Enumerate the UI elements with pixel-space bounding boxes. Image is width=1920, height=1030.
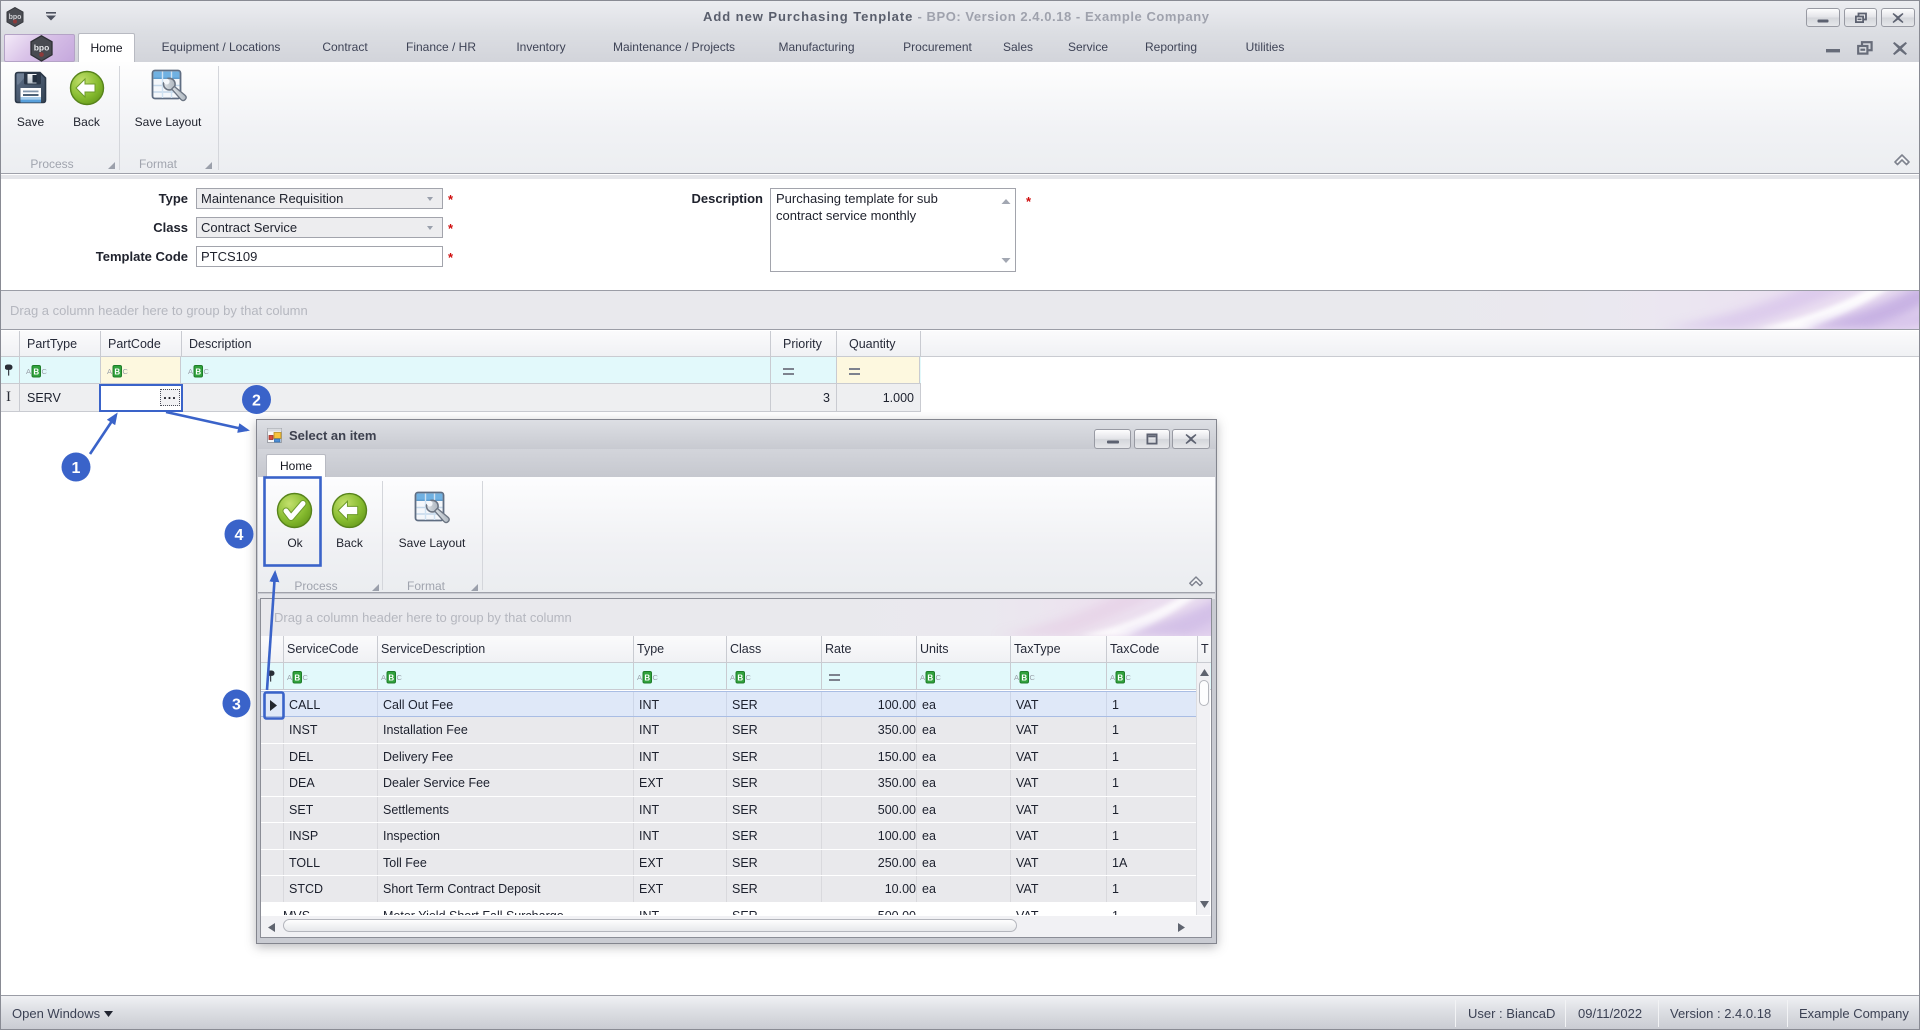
svg-text:1: 1: [72, 460, 81, 477]
svg-text:4: 4: [235, 527, 244, 544]
svg-text:bpo: bpo: [34, 43, 50, 53]
svg-text:3: 3: [232, 697, 241, 714]
